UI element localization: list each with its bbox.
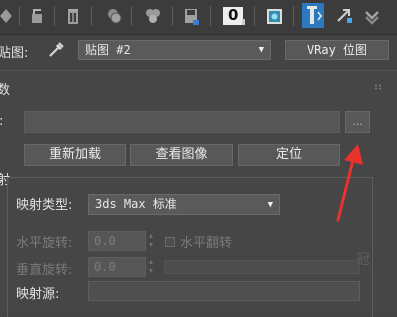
- horizontal-flip-checkbox[interactable]: [165, 237, 175, 247]
- show-end-result-icon[interactable]: [302, 3, 324, 28]
- go-to-parent-icon[interactable]: [334, 5, 354, 27]
- map-name-value: 贴图 #2: [85, 43, 131, 57]
- toolbar-separator: [172, 6, 173, 26]
- browse-file-button[interactable]: ...: [345, 111, 370, 133]
- put-to-scene-icon[interactable]: [27, 5, 47, 27]
- eyedropper-icon[interactable]: [46, 40, 66, 60]
- show-map-icon[interactable]: [264, 5, 284, 27]
- bitmap-path-field[interactable]: [24, 111, 340, 133]
- toolbar-separator: [91, 6, 92, 26]
- toolbar-separator: [254, 6, 255, 26]
- mapping-source-label: 映射源:: [16, 287, 60, 302]
- view-image-button[interactable]: 查看图像: [130, 144, 233, 166]
- map-name-dropdown[interactable]: 贴图 #2 ▼: [78, 40, 271, 60]
- diamond-icon[interactable]: [0, 5, 16, 27]
- reload-button[interactable]: 重新加载: [24, 144, 126, 166]
- go-forward-icon[interactable]: [362, 5, 382, 27]
- horizontal-rotation-field[interactable]: 0.0: [88, 231, 146, 251]
- horizontal-rotation-label: 水平旋转:: [16, 236, 73, 251]
- toolbar-divider: [0, 34, 397, 35]
- vertical-rotation-field[interactable]: 0.0: [88, 257, 146, 277]
- toolbar-separator: [210, 6, 211, 26]
- rollout-title[interactable]: 数: [0, 79, 10, 98]
- toolbar-separator: [19, 6, 20, 26]
- material-id-value: 0: [228, 6, 239, 24]
- vertical-rotation-label: 垂直旋转:: [16, 263, 73, 278]
- locate-button[interactable]: 定位: [238, 144, 340, 166]
- map-type-button[interactable]: VRay 位图: [285, 40, 389, 60]
- map-label: 贴图:: [0, 46, 29, 61]
- material-editor-toolbar: 0: [0, 0, 397, 34]
- vertical-rotation-spinner[interactable]: [149, 257, 157, 275]
- vertical-rotation-slider-track[interactable]: [164, 260, 360, 274]
- map-name-row: 贴图: 贴图 #2 ▼ VRay 位图: [0, 37, 397, 65]
- shader-ball-icon[interactable]: [143, 5, 163, 27]
- save-icon[interactable]: [181, 5, 201, 27]
- material-to-unique-icon[interactable]: [104, 5, 124, 27]
- red-annotation-arrow: [336, 144, 363, 222]
- chevron-down-icon: ▼: [258, 45, 264, 55]
- material-id-channel-icon[interactable]: 0: [222, 5, 246, 27]
- horizontal-flip-label: 水平翻转: [180, 236, 233, 251]
- toolbar-separator: [293, 6, 294, 26]
- mapping-type-value: 3ds Max 标准: [95, 197, 177, 211]
- mapping-source-field[interactable]: [88, 281, 360, 301]
- watermark-text: 冠: [356, 252, 370, 268]
- mapping-type-label: 映射类型:: [16, 198, 73, 213]
- file-label: :: [0, 114, 3, 129]
- chevron-down-icon: ▼: [267, 200, 273, 210]
- rollout-grip-icon[interactable]: [374, 79, 384, 90]
- toolbar-separator: [54, 6, 55, 26]
- horizontal-rotation-spinner[interactable]: [149, 231, 157, 249]
- toolbar-separator: [131, 6, 132, 26]
- mapping-type-dropdown[interactable]: 3ds Max 标准 ▼: [88, 194, 280, 215]
- delete-icon[interactable]: [63, 5, 83, 27]
